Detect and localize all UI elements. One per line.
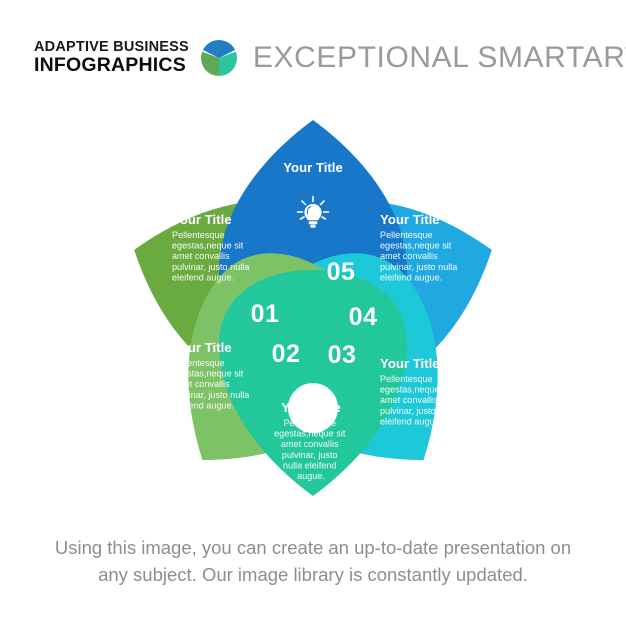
petal-03-number: 03 (328, 341, 357, 369)
petal-01-number: 01 (251, 300, 280, 328)
footer-caption: Using this image, you can create an up-t… (0, 535, 626, 589)
petal-05-number: 05 (327, 258, 356, 286)
page-header: ADAPTIVE BUSINESS INFOGRAPHICS EXCEPTION… (0, 32, 626, 84)
petal-02-title: Your Title (172, 340, 232, 355)
petal-03-title: Your Title (281, 400, 341, 415)
caption-line-2: any subject. Our image library is consta… (98, 563, 528, 585)
petal-01-title: Your Title (172, 212, 232, 227)
petal-05-title: Your Title (380, 212, 440, 227)
infographic-diagram: Your Title Your Title Pellentesque egest… (0, 100, 626, 500)
petal-04-body: Pellentesque egestas,neque sit amet conv… (380, 374, 460, 426)
pie-circle-logo-icon (200, 40, 237, 76)
petal-02-number: 02 (272, 340, 301, 368)
petal-04-title: Your Title (380, 356, 440, 371)
petal-top-title: Your Title (283, 160, 343, 175)
page-title: EXCEPTIONAL SMARTART (252, 41, 626, 74)
brand-line-1: ADAPTIVE BUSINESS (34, 39, 189, 56)
brand-wordmark: ADAPTIVE BUSINESS INFOGRAPHICS (34, 40, 189, 76)
petal-04-number: 04 (349, 303, 378, 331)
caption-line-1: Using this image, you can create an up-t… (54, 537, 572, 558)
petal-diagram-svg: Your Title Your Title Pellentesque egest… (105, 120, 521, 500)
brand-line-2: INFOGRAPHICS (34, 53, 186, 76)
